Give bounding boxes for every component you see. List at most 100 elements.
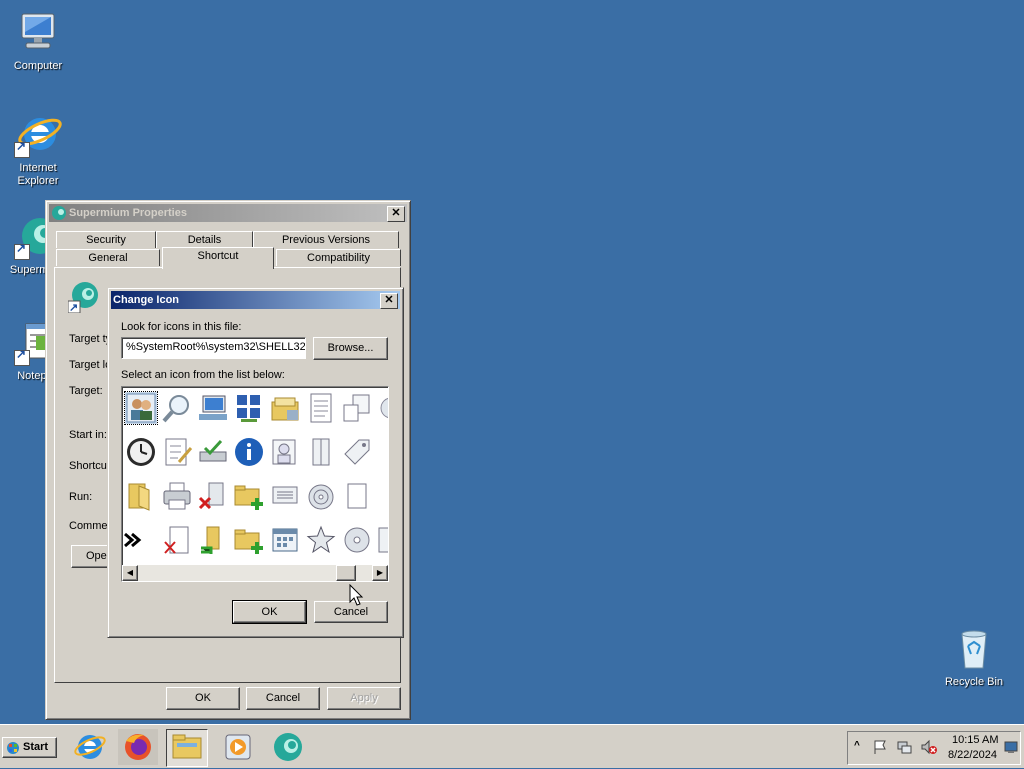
windows-logo-icon — [6, 741, 20, 755]
scroll-left-button[interactable]: ◀ — [122, 565, 138, 581]
arrows-icon[interactable] — [122, 524, 154, 556]
delete-page-icon[interactable] — [161, 524, 193, 556]
supermium-icon — [51, 205, 67, 221]
document-icon[interactable] — [305, 392, 337, 424]
tag-icon[interactable] — [341, 436, 373, 468]
checklist-icon[interactable] — [161, 436, 193, 468]
folder-add-icon[interactable] — [233, 480, 265, 512]
supermium-shortcut-icon: ↗ — [67, 281, 100, 314]
shortcut-key-label: Shortcut — [69, 460, 110, 472]
media-player-icon[interactable] — [218, 729, 258, 765]
tab-label: Details — [187, 234, 222, 246]
icon-file-value: %SystemRoot%\system32\SHELL32 — [126, 341, 306, 353]
properties-titlebar[interactable]: Supermium Properties ✕ — [49, 204, 407, 222]
folder-stack-icon[interactable] — [269, 392, 301, 424]
scroll-right-button[interactable]: ▶ — [372, 565, 388, 581]
tab-label: Compatibility — [307, 252, 370, 264]
start-label: Start — [23, 741, 49, 753]
info-icon[interactable] — [233, 436, 265, 468]
scrollbar-thumb[interactable] — [336, 565, 356, 581]
ok-button[interactable]: OK — [232, 600, 307, 624]
clock-date[interactable]: 8/22/2024 — [948, 749, 997, 761]
look-for-icons-label: Look for icons in this file: — [121, 321, 242, 333]
action-center-flag-icon[interactable] — [872, 739, 888, 755]
apply-button[interactable]: Apply — [327, 687, 401, 710]
cancel-button[interactable]: Cancel — [246, 687, 320, 710]
tab-compatibility[interactable]: Compatibility — [276, 249, 401, 266]
delete-file-icon[interactable] — [197, 480, 229, 512]
drive-check-icon[interactable] — [197, 436, 229, 468]
tab-previous-versions[interactable]: Previous Versions — [253, 231, 399, 248]
recycle-bin-icon — [950, 624, 998, 672]
tab-details[interactable]: Details — [156, 231, 253, 248]
internet-explorer-icon — [14, 110, 62, 158]
horizontal-scrollbar[interactable]: ◀ ▶ — [122, 565, 388, 581]
computer-icon — [14, 8, 62, 56]
tab-label: General — [88, 252, 128, 264]
partial-icon — [377, 392, 388, 424]
clock-time[interactable]: 10:15 AM — [952, 734, 998, 746]
button-label: OK — [195, 692, 211, 704]
shortcut-arrow-icon — [14, 242, 30, 260]
select-icon-label: Select an icon from the list below: — [121, 369, 285, 381]
split-panel-icon[interactable] — [305, 436, 337, 468]
shortcut-arrow-icon — [14, 348, 30, 366]
firefox-icon[interactable] — [118, 729, 158, 765]
change-icon-title: Change Icon — [113, 294, 180, 306]
clock-icon[interactable] — [125, 436, 157, 468]
disc-stack-icon[interactable] — [305, 480, 337, 512]
desktop-icon-internet-explorer[interactable]: Internet Explorer — [0, 110, 76, 188]
target-location-label: Target lo — [69, 359, 112, 371]
show-desktop-icon[interactable] — [1004, 740, 1018, 754]
printer-icon[interactable] — [161, 480, 193, 512]
network-icon[interactable] — [896, 739, 912, 755]
cd-icon[interactable] — [341, 524, 373, 556]
users-icon[interactable] — [124, 391, 158, 425]
tab-general[interactable]: General — [56, 249, 160, 266]
start-in-label: Start in: — [69, 429, 107, 441]
copy-window-icon[interactable] — [341, 392, 373, 424]
tab-shortcut[interactable]: Shortcut — [162, 247, 274, 269]
tab-label: Security — [86, 234, 126, 246]
file-explorer-icon[interactable] — [166, 729, 208, 767]
list-window-icon[interactable] — [269, 480, 301, 512]
volume-muted-icon[interactable] — [920, 739, 938, 755]
shortcut-arrow-icon — [14, 140, 30, 158]
start-button[interactable]: Start — [2, 737, 57, 758]
magnifier-icon[interactable] — [161, 392, 193, 424]
browse-button[interactable]: Browse... — [313, 337, 388, 360]
network-computer-icon[interactable] — [197, 392, 229, 424]
change-icon-titlebar[interactable]: Change Icon ✕ — [111, 291, 400, 309]
svg-text:↗: ↗ — [69, 302, 78, 313]
properties-title: Supermium Properties — [69, 207, 187, 219]
icon-file-input[interactable]: %SystemRoot%\system32\SHELL32 — [121, 337, 306, 359]
mouse-cursor-icon — [349, 583, 365, 608]
desktop-icon-recycle-bin[interactable]: Recycle Bin — [936, 624, 1012, 689]
target-label: Target: — [69, 385, 103, 397]
tab-label: Previous Versions — [281, 234, 371, 246]
tab-security[interactable]: Security — [56, 231, 156, 248]
close-button[interactable]: ✕ — [387, 206, 405, 222]
folder-add-icon[interactable] — [233, 524, 265, 556]
supermium-icon[interactable] — [268, 729, 308, 765]
ok-button[interactable]: OK — [166, 687, 240, 710]
button-label: Browse... — [327, 342, 374, 354]
folder-check-icon[interactable] — [197, 524, 229, 556]
close-button[interactable]: ✕ — [380, 293, 398, 309]
network-grid-icon[interactable] — [233, 392, 265, 424]
tab-label: Shortcut — [197, 250, 239, 262]
blank-page-icon[interactable] — [341, 480, 373, 512]
open-folder-icon[interactable] — [125, 480, 157, 512]
desktop-icon-label: Internet Explorer — [17, 162, 59, 187]
user-card-icon[interactable] — [269, 436, 301, 468]
calendar-grid-icon[interactable] — [269, 524, 301, 556]
icon-list[interactable]: ◀ ▶ — [121, 386, 389, 582]
partial-icon — [377, 524, 388, 556]
button-label: OK — [261, 606, 278, 618]
system-tray: ^ 10:15 AM 8/22/2024 — [847, 731, 1021, 765]
star-icon[interactable] — [305, 524, 337, 556]
show-hidden-icons-icon[interactable]: ^ — [854, 740, 860, 751]
internet-explorer-icon[interactable] — [70, 729, 110, 765]
desktop-icon-computer[interactable]: Computer — [0, 8, 76, 73]
button-label: Cancel — [265, 692, 301, 704]
